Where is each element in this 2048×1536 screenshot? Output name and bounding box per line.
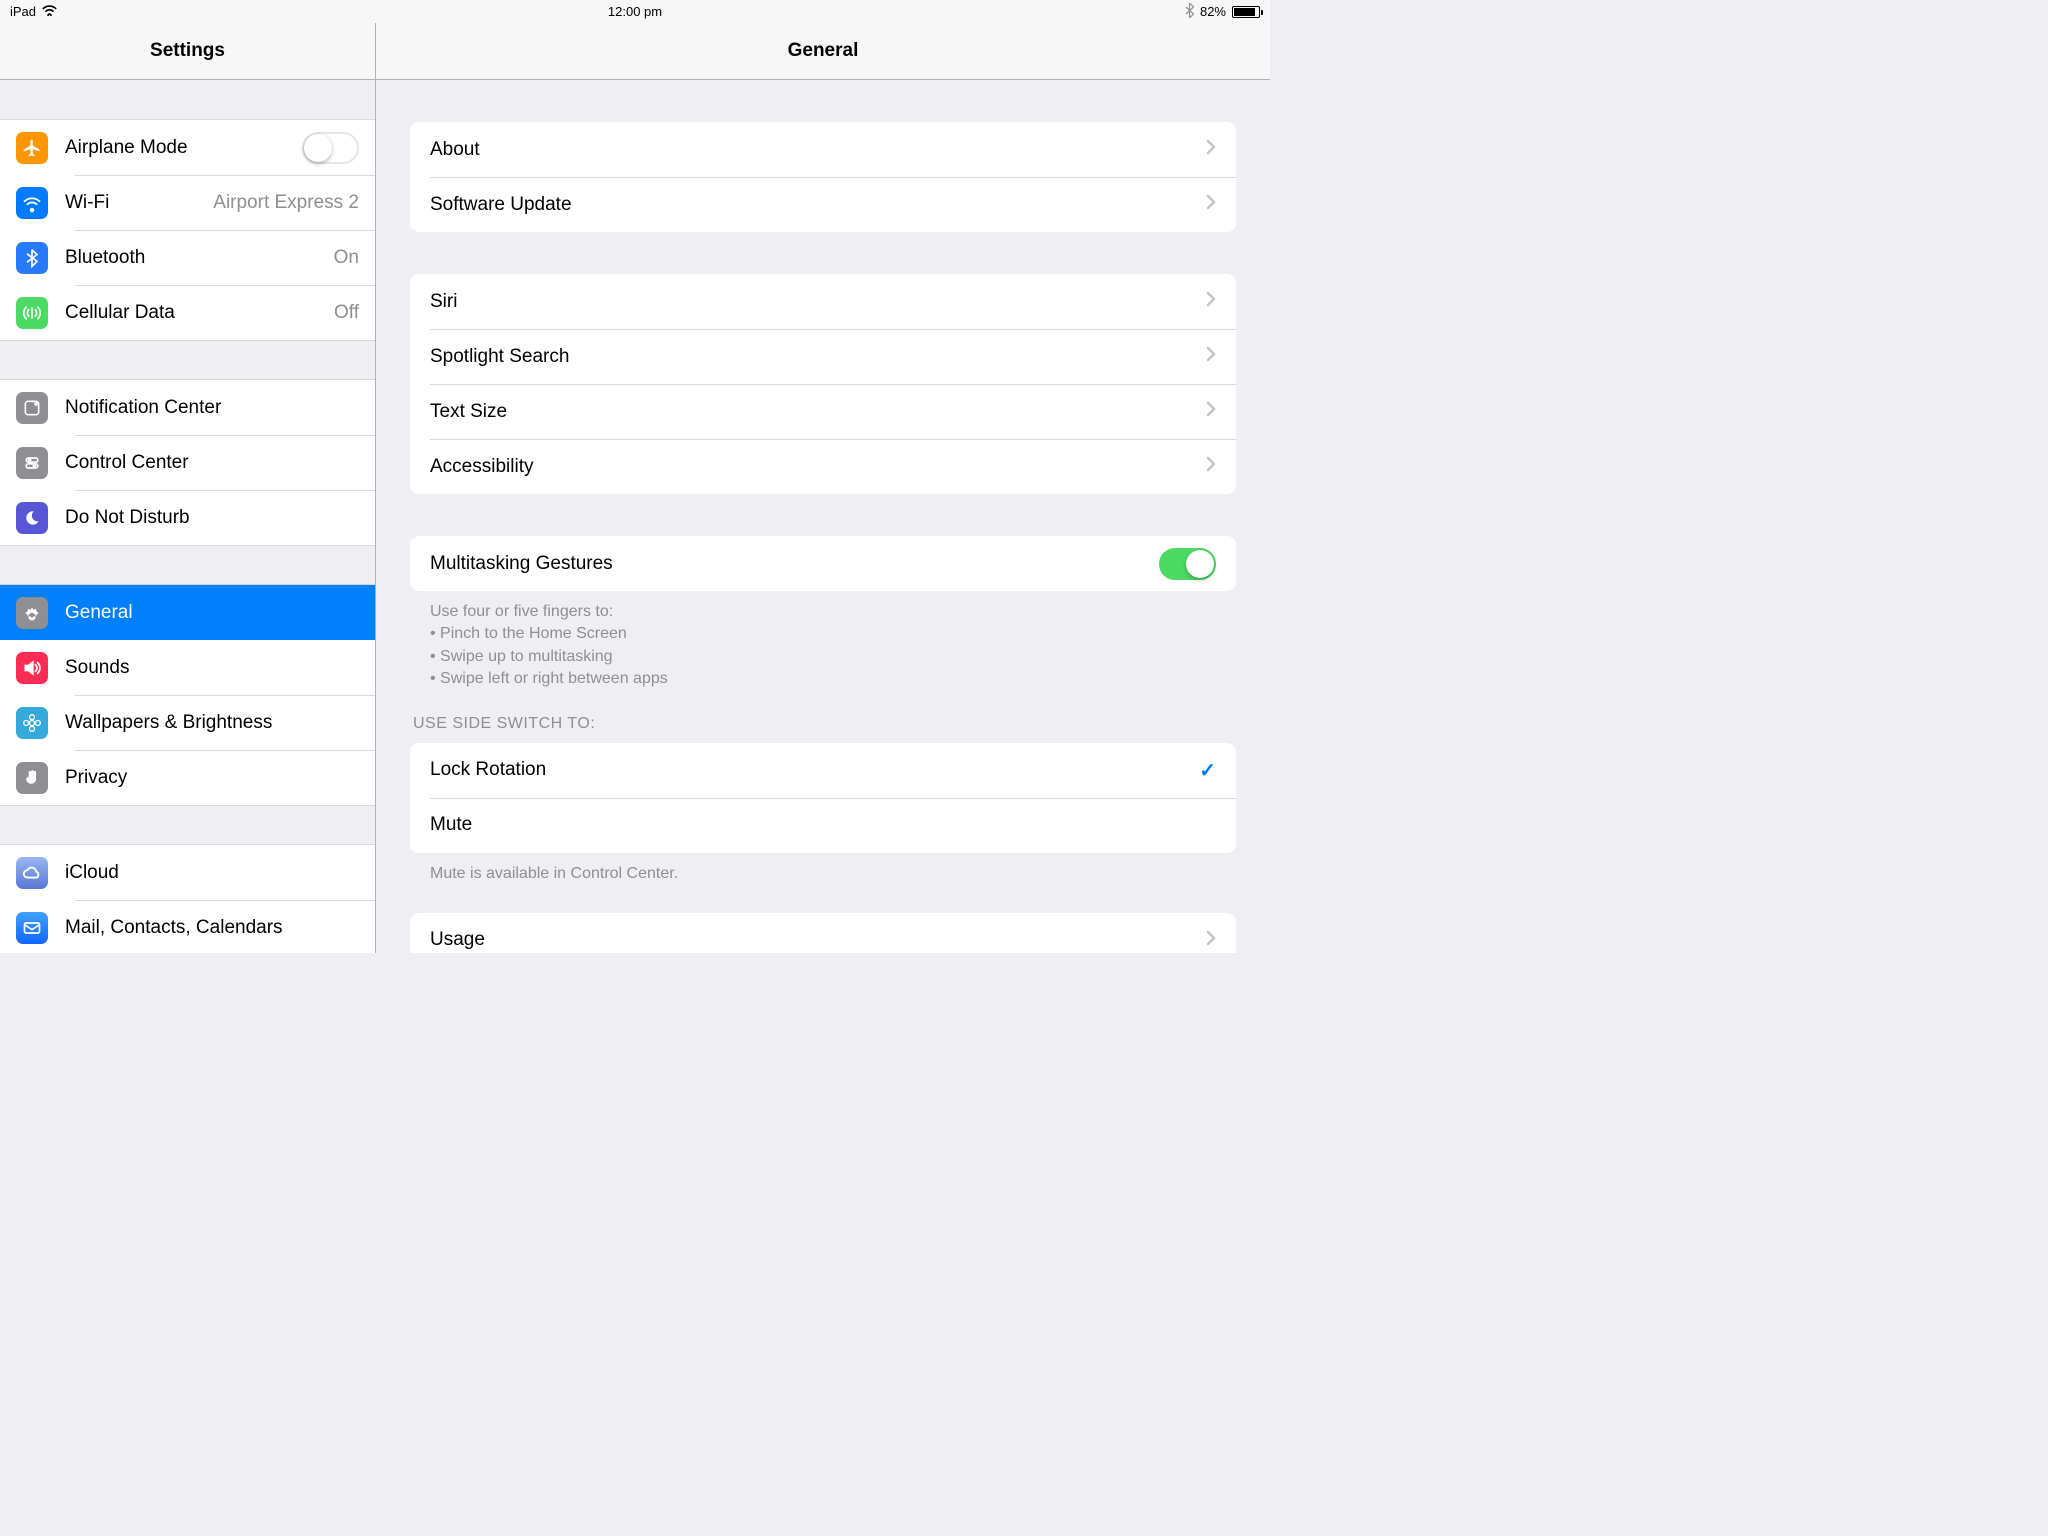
sidebar-item-airplane[interactable]: Airplane Mode bbox=[0, 120, 375, 175]
sidebar-item-label: Control Center bbox=[65, 452, 359, 474]
page-title: General bbox=[376, 23, 1270, 80]
main-panel: General About Software Update bbox=[376, 23, 1270, 953]
bluetooth-icon bbox=[16, 242, 48, 274]
sidebar: Settings Airplane Mode Wi-Fi Airport Exp… bbox=[0, 23, 376, 953]
row-label: Spotlight Search bbox=[430, 346, 1206, 368]
chevron-right-icon bbox=[1206, 291, 1216, 312]
airplane-icon bbox=[16, 132, 48, 164]
mail-icon bbox=[16, 912, 48, 944]
battery-percent: 82% bbox=[1200, 4, 1226, 19]
sidebar-item-value: On bbox=[334, 247, 359, 269]
sidebar-item-value: Airport Express 2 bbox=[213, 192, 359, 214]
chevron-right-icon bbox=[1206, 456, 1216, 477]
sidebar-item-mail[interactable]: Mail, Contacts, Calendars bbox=[0, 900, 375, 953]
sidebar-item-bluetooth[interactable]: Bluetooth On bbox=[0, 230, 375, 285]
row-label: Software Update bbox=[430, 194, 1206, 216]
row-label: Mute bbox=[430, 814, 1216, 836]
sidebar-item-label: Do Not Disturb bbox=[65, 507, 359, 529]
chevron-right-icon bbox=[1206, 401, 1216, 422]
cellular-icon bbox=[16, 297, 48, 329]
notification-center-icon bbox=[16, 392, 48, 424]
multitasking-toggle[interactable] bbox=[1159, 548, 1216, 580]
sidebar-item-icloud[interactable]: iCloud bbox=[0, 845, 375, 900]
sidebar-item-label: Wi-Fi bbox=[65, 192, 213, 214]
row-siri[interactable]: Siri bbox=[410, 274, 1236, 329]
sidebar-item-wifi[interactable]: Wi-Fi Airport Express 2 bbox=[0, 175, 375, 230]
section-header-side-switch: Use Side Switch To: bbox=[410, 691, 1236, 743]
footer-note: Mute is available in Control Center. bbox=[410, 853, 1236, 885]
chevron-right-icon bbox=[1206, 346, 1216, 367]
row-mute[interactable]: Mute bbox=[410, 798, 1236, 853]
device-label: iPad bbox=[10, 4, 36, 19]
sidebar-item-control-center[interactable]: Control Center bbox=[0, 435, 375, 490]
row-label: Siri bbox=[430, 291, 1206, 313]
sidebar-item-cellular[interactable]: Cellular Data Off bbox=[0, 285, 375, 340]
battery-icon bbox=[1232, 6, 1260, 18]
chevron-right-icon bbox=[1206, 194, 1216, 215]
row-spotlight[interactable]: Spotlight Search bbox=[410, 329, 1236, 384]
sidebar-item-label: Wallpapers & Brightness bbox=[65, 712, 359, 734]
speaker-icon bbox=[16, 652, 48, 684]
chevron-right-icon bbox=[1206, 139, 1216, 160]
sidebar-item-notification-center[interactable]: Notification Center bbox=[0, 380, 375, 435]
sidebar-item-label: Airplane Mode bbox=[65, 137, 302, 159]
row-software-update[interactable]: Software Update bbox=[410, 177, 1236, 232]
flower-icon bbox=[16, 707, 48, 739]
row-lock-rotation[interactable]: Lock Rotation ✓ bbox=[410, 743, 1236, 798]
hand-icon bbox=[16, 762, 48, 794]
row-label: Multitasking Gestures bbox=[430, 553, 1159, 575]
sidebar-item-sounds[interactable]: Sounds bbox=[0, 640, 375, 695]
row-usage[interactable]: Usage bbox=[410, 913, 1236, 953]
sidebar-item-label: iCloud bbox=[65, 862, 359, 884]
sidebar-item-wallpapers[interactable]: Wallpapers & Brightness bbox=[0, 695, 375, 750]
sidebar-item-do-not-disturb[interactable]: Do Not Disturb bbox=[0, 490, 375, 545]
row-about[interactable]: About bbox=[410, 122, 1236, 177]
sidebar-item-privacy[interactable]: Privacy bbox=[0, 750, 375, 805]
sidebar-item-label: Bluetooth bbox=[65, 247, 334, 269]
sidebar-item-value: Off bbox=[334, 302, 359, 324]
sidebar-title: Settings bbox=[0, 23, 375, 80]
control-center-icon bbox=[16, 447, 48, 479]
row-label: Lock Rotation bbox=[430, 759, 1199, 781]
sidebar-item-label: Privacy bbox=[65, 767, 359, 789]
moon-icon bbox=[16, 502, 48, 534]
sidebar-item-label: Mail, Contacts, Calendars bbox=[65, 917, 359, 939]
row-text-size[interactable]: Text Size bbox=[410, 384, 1236, 439]
row-accessibility[interactable]: Accessibility bbox=[410, 439, 1236, 494]
gear-icon bbox=[16, 597, 48, 629]
row-label: Usage bbox=[430, 929, 1206, 951]
row-multitasking-gestures[interactable]: Multitasking Gestures bbox=[410, 536, 1236, 591]
sidebar-item-general[interactable]: General bbox=[0, 585, 375, 640]
sidebar-item-label: General bbox=[65, 602, 359, 624]
row-label: About bbox=[430, 139, 1206, 161]
sidebar-item-label: Notification Center bbox=[65, 397, 359, 419]
wifi-icon bbox=[42, 4, 57, 19]
wifi-icon bbox=[16, 187, 48, 219]
footer-note: Use four or five fingers to: • Pinch to … bbox=[410, 591, 1236, 691]
cloud-icon bbox=[16, 857, 48, 889]
bluetooth-icon bbox=[1185, 3, 1194, 21]
airplane-toggle[interactable] bbox=[302, 132, 359, 164]
row-label: Accessibility bbox=[430, 456, 1206, 478]
chevron-right-icon bbox=[1206, 930, 1216, 951]
clock: 12:00 pm bbox=[608, 4, 662, 19]
status-bar: iPad 12:00 pm 82% bbox=[0, 0, 1270, 23]
sidebar-item-label: Cellular Data bbox=[65, 302, 334, 324]
checkmark-icon: ✓ bbox=[1199, 758, 1216, 783]
row-label: Text Size bbox=[430, 401, 1206, 423]
sidebar-item-label: Sounds bbox=[65, 657, 359, 679]
